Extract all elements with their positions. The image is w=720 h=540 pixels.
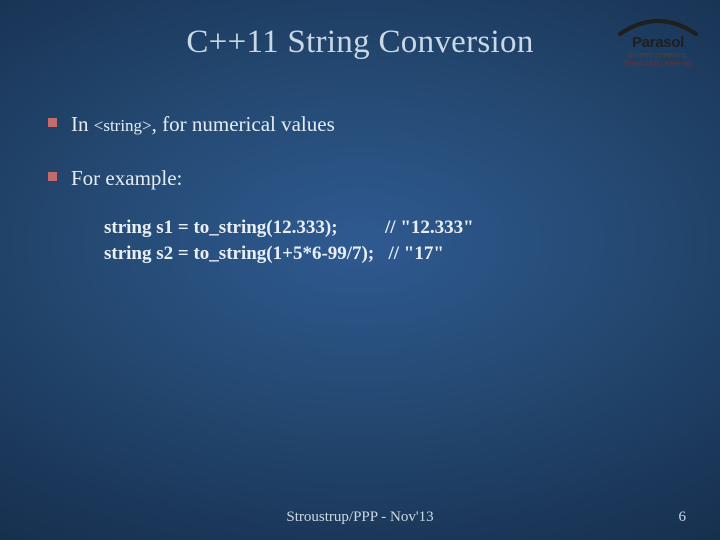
bullet-1: In <string>, for numerical values <box>48 110 680 138</box>
logo-brand: Parasol <box>614 35 702 50</box>
footer-credit: Stroustrup/PPP - Nov'13 <box>0 509 720 526</box>
code-line-1: string s1 = to_string(12.333); // "12.33… <box>104 215 680 241</box>
bullet-2: For example: <box>48 164 680 192</box>
bullet-marker-icon <box>48 118 57 127</box>
logo: Parasol Smarter computing. Texas A&M Uni… <box>614 16 702 69</box>
code-line-2: string s2 = to_string(1+5*6-99/7); // "1… <box>104 241 680 267</box>
bullet-2-text: For example: <box>71 164 182 192</box>
slide: C++11 String Conversion Parasol Smarter … <box>0 0 720 540</box>
logo-sub2: Texas A&M University <box>614 61 702 69</box>
parasol-arc-icon <box>616 16 700 36</box>
bullet-1-text: In <string>, for numerical values <box>71 110 335 138</box>
body: In <string>, for numerical values For ex… <box>48 110 680 267</box>
bullet-marker-icon <box>48 172 57 181</box>
bullet-1-pre: In <box>71 112 94 136</box>
code-block: string s1 = to_string(12.333); // "12.33… <box>104 215 680 267</box>
slide-title: C++11 String Conversion <box>0 24 720 61</box>
bullet-1-mono: <string> <box>94 116 152 135</box>
logo-sub: Smarter computing. <box>614 52 702 60</box>
bullet-1-post: , for numerical values <box>152 112 335 136</box>
footer-page: 6 <box>679 509 687 526</box>
